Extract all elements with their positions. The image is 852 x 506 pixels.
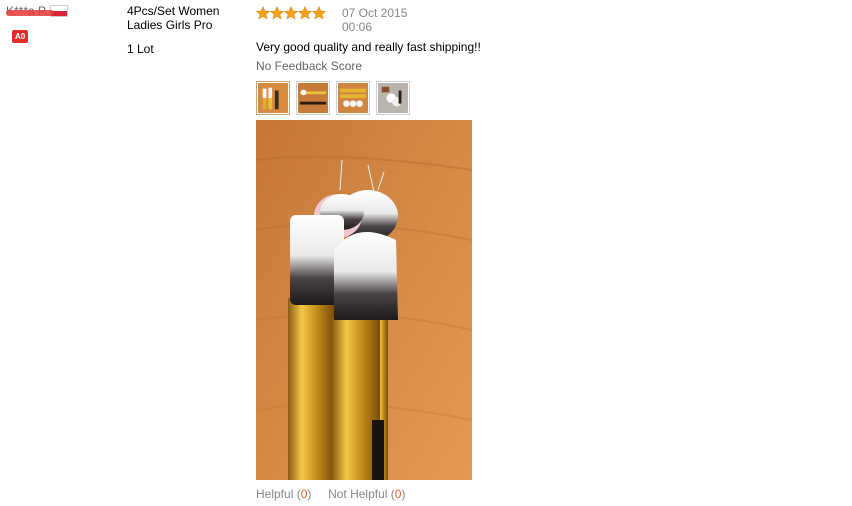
feedback-content: 07 Oct 2015 00:06 Very good quality and … (256, 6, 776, 501)
photo-thumbnail[interactable] (336, 81, 370, 115)
feedback-comment: Very good quality and really fast shippi… (256, 40, 481, 54)
photo-thumbnail[interactable] (376, 81, 410, 115)
buyer-name-row: K***a P. (6, 4, 116, 18)
star-icon (256, 6, 270, 20)
product-title[interactable]: 4Pcs/Set Women Ladies Girls Pro Makeup (127, 4, 247, 32)
product-quantity: 1 Lot (127, 42, 154, 56)
helpful-count: 0 (300, 487, 308, 501)
helpfulness-votes: Helpful (0) Not Helpful (0) (256, 487, 776, 501)
feedback-review-item: K***a P. A0 4Pcs/Set Women Ladies Girls … (0, 0, 852, 506)
star-icon (284, 6, 298, 20)
buyer-info: K***a P. A0 (6, 4, 116, 44)
star-icon (298, 6, 312, 20)
review-photo[interactable] (256, 120, 472, 480)
rating-date-row: 07 Oct 2015 00:06 (256, 6, 776, 34)
photo-thumbnail[interactable] (256, 81, 290, 115)
feedback-score-note: No Feedback Score (256, 59, 363, 73)
star-rating (256, 6, 326, 20)
not-helpful-count: 0 (394, 487, 402, 501)
product-info: 4Pcs/Set Women Ladies Girls Pro Makeup 1… (127, 4, 247, 56)
not-helpful-button[interactable]: Not Helpful (0) (328, 487, 405, 501)
buyer-level-badge: A0 (12, 30, 29, 43)
feedback-date-day: 07 Oct 2015 (342, 6, 408, 20)
photo-thumbnail[interactable] (296, 81, 330, 115)
star-icon (312, 6, 326, 20)
feedback-date-time: 00:06 (342, 20, 373, 34)
photo-thumbnails (256, 81, 776, 115)
helpful-button[interactable]: Helpful (0) (256, 487, 311, 501)
name-redaction (6, 10, 54, 16)
feedback-date: 07 Oct 2015 00:06 (342, 6, 422, 34)
buyer-name: K***a P. (6, 4, 54, 18)
star-icon (270, 6, 284, 20)
